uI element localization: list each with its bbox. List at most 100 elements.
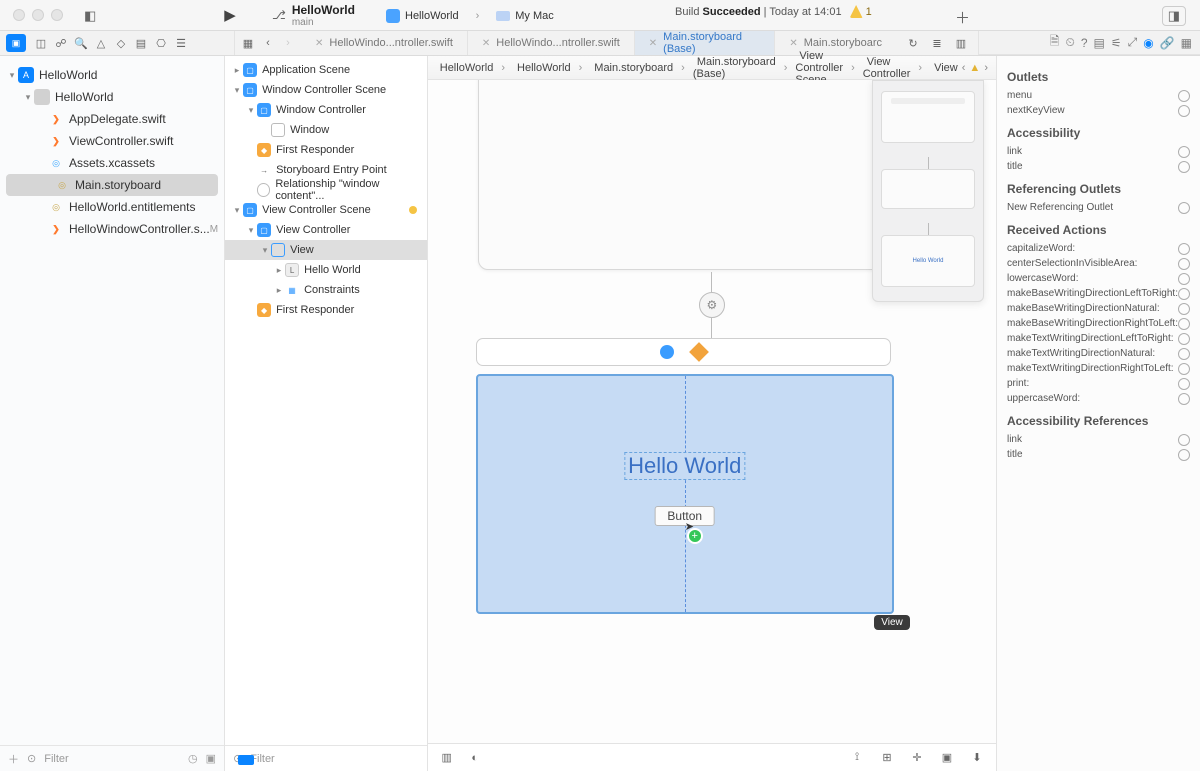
outlet-row[interactable]: title (1007, 447, 1190, 462)
editor-tab-0[interactable]: ✕HelloWindo...ntroller.swift (301, 31, 468, 55)
outline-row[interactable]: ◆First Responder (225, 300, 427, 320)
loop-icon[interactable]: ↻ (904, 34, 922, 52)
project-navigator-icon[interactable]: ▣ (6, 34, 26, 52)
crumb-item[interactable]: HelloWorld (513, 62, 571, 74)
window-controller-preview[interactable] (478, 80, 898, 270)
outline-row[interactable]: Relationship "window content"... (225, 180, 427, 200)
back-icon[interactable]: ‹ (259, 34, 277, 52)
editor-tab-1[interactable]: ✕HelloWindo...ntroller.swift (468, 31, 635, 55)
connection-ring-icon[interactable] (1178, 105, 1190, 117)
nav-project-row[interactable]: ▾AHelloWorld (0, 64, 224, 86)
outlet-row[interactable]: capitalizeWord: (1007, 241, 1190, 256)
outline-row[interactable]: ▸▢Application Scene (225, 60, 427, 80)
reports-icon[interactable]: ☰ (172, 34, 190, 52)
align-icon[interactable]: ⟟ (848, 749, 866, 767)
identity-inspector-icon[interactable]: ▤ (1094, 36, 1105, 50)
outlet-row[interactable]: print: (1007, 376, 1190, 391)
outlet-row[interactable]: lowercaseWord: (1007, 271, 1190, 286)
outlet-row[interactable]: New Referencing Outlet (1007, 200, 1190, 215)
ib-canvas[interactable]: ⚙ ▼ Hello World Button ➤ + View (428, 80, 996, 743)
filter-field[interactable]: Filter (44, 753, 180, 765)
help-inspector-icon[interactable]: ? (1081, 36, 1088, 50)
close-tab-icon[interactable]: ✕ (315, 38, 323, 49)
debug-icon[interactable]: ▤ (132, 34, 150, 52)
crumb-item[interactable]: Main.storyboard (590, 62, 673, 74)
add-tab-button[interactable]: ＋ (955, 7, 970, 28)
minimap[interactable]: Hello World (872, 80, 984, 302)
download-icon[interactable]: ⬇ (968, 749, 986, 767)
connection-ring-icon[interactable] (1178, 348, 1190, 360)
warnings-indicator[interactable]: 1 (850, 5, 872, 18)
outlet-row[interactable]: link (1007, 432, 1190, 447)
breakpoints-icon[interactable]: ⎔ (152, 34, 170, 52)
close-tab-icon[interactable]: ✕ (649, 38, 657, 49)
outlet-row[interactable]: makeTextWritingDirectionRightToLeft: (1007, 361, 1190, 376)
outline-row[interactable]: ▸▦Constraints (225, 280, 427, 300)
nav-file-1[interactable]: ❯ViewController.swift (0, 130, 224, 152)
branch-name[interactable]: main (292, 17, 355, 28)
toggle-inspector-icon[interactable]: ◨ (1162, 6, 1186, 26)
size-inspector-icon[interactable]: ⤢ (1128, 35, 1138, 50)
source-control-icon[interactable]: ◫ (32, 34, 50, 52)
view-canvas[interactable]: Hello World Button ➤ + View (476, 374, 894, 614)
crumb-item[interactable]: Main.storyboard (Base) (693, 56, 776, 80)
embed-icon[interactable]: ▣ (938, 749, 956, 767)
outlet-row[interactable]: makeTextWritingDirectionNatural: (1007, 346, 1190, 361)
connection-ring-icon[interactable] (1178, 318, 1190, 330)
connection-ring-icon[interactable] (1178, 363, 1190, 375)
jump-bar[interactable]: HelloWorld HelloWorld Main.storyboard Main.… (428, 56, 996, 80)
effects-inspector-icon[interactable]: ▦ (1181, 36, 1192, 50)
history-inspector-icon[interactable]: ⏲ (1065, 35, 1074, 50)
outlet-row[interactable]: link (1007, 144, 1190, 159)
outline-filter-field[interactable]: Filter (250, 753, 418, 765)
preview-icon[interactable]: ◐ (466, 749, 484, 767)
scm-filter-icon[interactable]: ▣ (206, 752, 216, 765)
scene-dock[interactable] (476, 338, 891, 366)
tests-icon[interactable]: ◇ (112, 34, 130, 52)
forward-icon[interactable]: › (279, 34, 297, 52)
outlet-row[interactable]: menu (1007, 88, 1190, 103)
close-dot[interactable] (13, 9, 25, 21)
crumb-item[interactable]: View Controller (863, 56, 911, 80)
connection-ring-icon[interactable] (1178, 243, 1190, 255)
outline-toggle-icon[interactable]: ▥ (438, 749, 456, 767)
outlet-row[interactable]: makeTextWritingDirectionLeftToRight: (1007, 331, 1190, 346)
nav-file-5[interactable]: ❯HelloWindowController.s...M (0, 218, 224, 240)
outline-row[interactable]: →Storyboard Entry Point (225, 160, 427, 180)
editor-tab-2[interactable]: ✕Main.storyboard (Base) (635, 31, 776, 55)
outlet-row[interactable]: makeBaseWritingDirectionNatural: (1007, 301, 1190, 316)
resolve-icon[interactable]: ✛ (908, 749, 926, 767)
activity-status[interactable]: Build Succeeded | Today at 14:01 1 (675, 5, 872, 18)
crumb-forward-icon[interactable]: › (984, 62, 988, 74)
file-inspector-icon[interactable]: 🗎 (1050, 32, 1060, 53)
toggle-navigator-icon[interactable]: ◧ (78, 6, 102, 26)
run-button[interactable]: ▶ (216, 4, 244, 26)
related-items-icon[interactable]: ▦ (239, 34, 257, 52)
connection-ring-icon[interactable] (1178, 273, 1190, 285)
minimize-dot[interactable] (32, 9, 44, 21)
filter-scope-icon[interactable]: ⊙ (27, 752, 36, 765)
crumb-back-icon[interactable]: ‹ (962, 62, 966, 74)
symbols-icon[interactable]: ☍ (52, 34, 70, 52)
first-responder-dock-icon[interactable] (689, 342, 709, 362)
attributes-inspector-icon[interactable]: ⚟ (1111, 36, 1122, 50)
crumb-item[interactable]: HelloWorld (436, 62, 494, 74)
connection-ring-icon[interactable] (1178, 258, 1190, 270)
view-controller-dock-icon[interactable] (660, 345, 674, 359)
connection-ring-icon[interactable] (1178, 202, 1190, 214)
crumb-item[interactable]: View (930, 62, 958, 74)
nav-file-3[interactable]: ◎Main.storyboard (6, 174, 218, 196)
close-tab-icon[interactable]: ✕ (482, 38, 490, 49)
outline-row[interactable]: ▸LHello World (225, 260, 427, 280)
connection-ring-icon[interactable] (1178, 303, 1190, 315)
debug-bar-icon[interactable] (238, 755, 254, 768)
hello-world-label[interactable]: Hello World (624, 452, 745, 480)
connection-ring-icon[interactable] (1178, 393, 1190, 405)
connection-ring-icon[interactable] (1178, 146, 1190, 158)
outline-row[interactable]: ◆First Responder (225, 140, 427, 160)
outlet-row[interactable]: makeBaseWritingDirectionLeftToRight: (1007, 286, 1190, 301)
bindings-inspector-icon[interactable]: 🔗 (1160, 36, 1175, 50)
connection-ring-icon[interactable] (1178, 449, 1190, 461)
adjust-editor-icon[interactable]: ≣ (928, 34, 946, 52)
nav-file-2[interactable]: ◎Assets.xcassets (0, 152, 224, 174)
